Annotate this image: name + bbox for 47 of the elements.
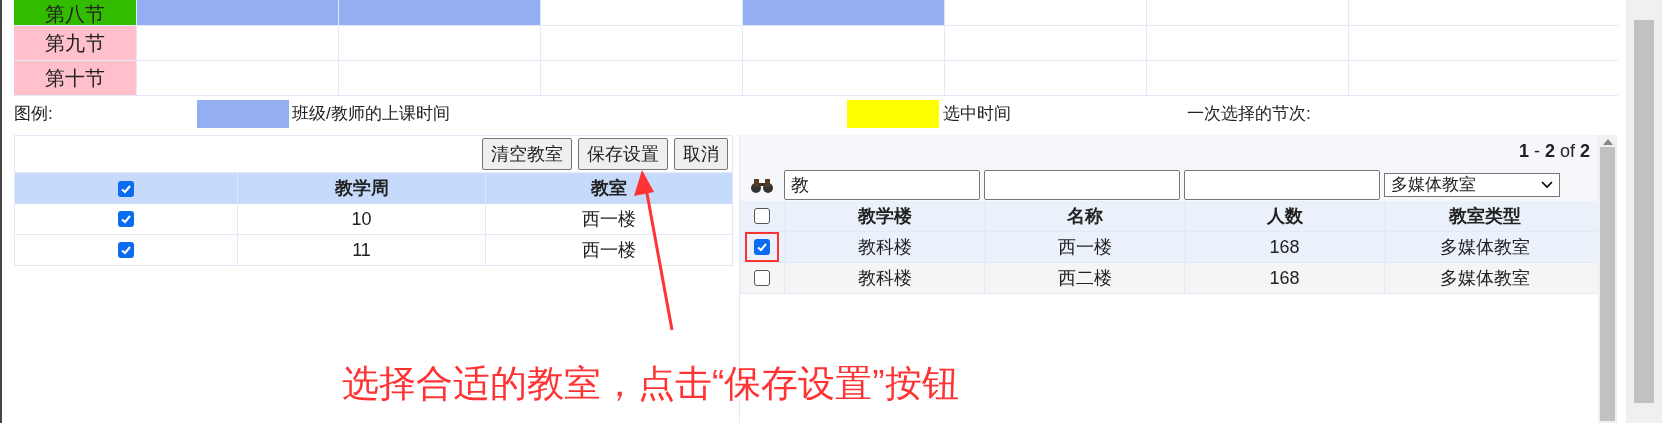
period-label: 第八节 (14, 0, 136, 25)
table-cell: 西二楼 (984, 263, 1184, 293)
checkbox[interactable] (118, 211, 135, 227)
table-cell: 西一楼 (484, 235, 732, 265)
column-header: 教学楼 (784, 201, 984, 231)
pager-text: 1 - 2 of 2 (1518, 140, 1590, 163)
table-cell: 教科楼 (784, 232, 984, 262)
toolbar-button[interactable]: 取消 (674, 138, 728, 170)
schedule-cell[interactable] (742, 0, 944, 25)
checkbox[interactable] (754, 270, 770, 286)
toolbar-button[interactable]: 保存设置 (578, 138, 668, 170)
column-header: 名称 (984, 201, 1184, 231)
checkbox[interactable] (754, 208, 770, 224)
table-cell: 168 (1184, 232, 1384, 262)
schedule-cell[interactable] (136, 0, 338, 25)
legend-text: 班级/教师的上课时间 (292, 103, 451, 126)
table-cell: 10 (237, 204, 485, 234)
legend-label: 图例: (14, 103, 54, 126)
type-select[interactable]: 多媒体教室 (1384, 172, 1560, 197)
chevron-down-icon (1541, 180, 1553, 189)
scrollbar[interactable] (1626, 0, 1662, 423)
binoculars-icon[interactable] (751, 176, 773, 193)
table-cell: 多媒体教室 (1384, 263, 1584, 293)
scroll-up-icon[interactable] (1602, 139, 1613, 145)
periods-label: 一次选择的节次: (1187, 103, 1311, 126)
checkbox[interactable] (118, 180, 135, 197)
scrollbar[interactable] (1598, 135, 1617, 423)
filter-field[interactable] (984, 169, 1180, 200)
table-cell: 教科楼 (784, 263, 984, 293)
table-cell: 11 (237, 235, 485, 265)
table-cell: 168 (1184, 263, 1384, 293)
table-cell: 多媒体教室 (1384, 232, 1584, 262)
column-header: 教学周 (237, 173, 485, 204)
period-label: 第十节 (14, 61, 136, 95)
column-header: 人数 (1184, 201, 1384, 231)
filter-field[interactable] (1184, 169, 1380, 200)
legend-text: 选中时间 (943, 103, 1012, 126)
column-header: 教室类型 (1384, 201, 1584, 231)
toolbar-button[interactable]: 清空教室 (482, 138, 572, 170)
schedule-cell[interactable] (338, 0, 540, 25)
table-cell: 西一楼 (484, 204, 732, 234)
checkbox[interactable] (118, 242, 135, 258)
period-label: 第九节 (14, 26, 136, 60)
table-cell: 西一楼 (984, 232, 1184, 262)
annotation-text: 选择合适的教室，点击“保存设置”按钮 (342, 362, 959, 406)
checkbox[interactable] (754, 239, 770, 255)
filter-field[interactable]: 教 (784, 169, 980, 200)
